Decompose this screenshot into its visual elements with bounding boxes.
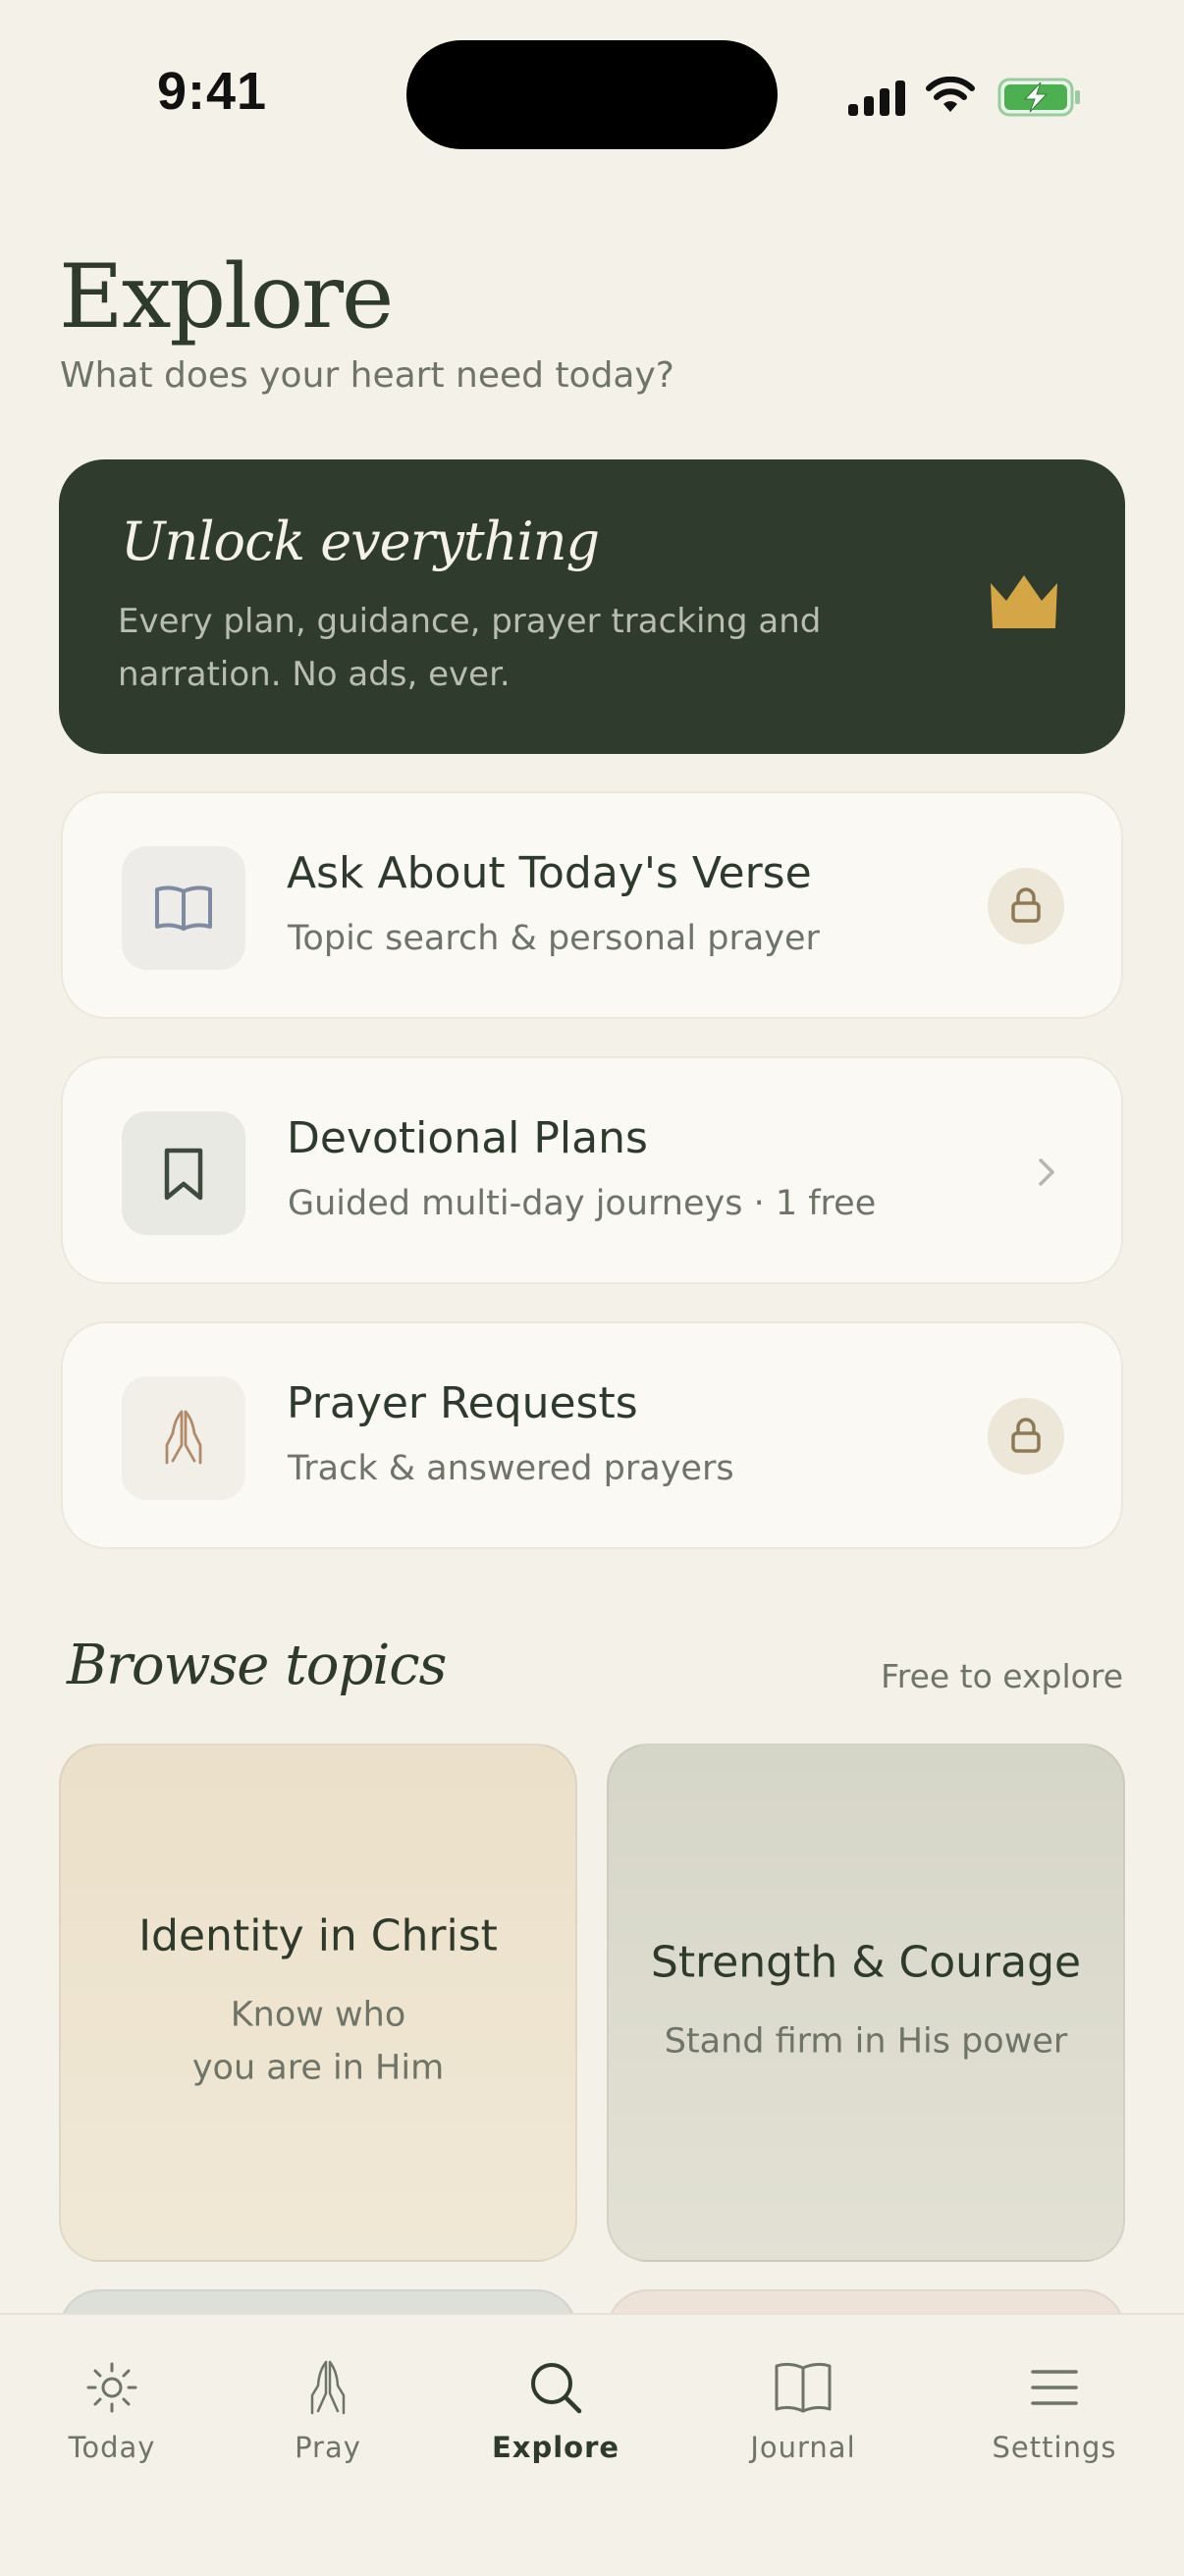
status-bar: 9:41 bbox=[0, 0, 1184, 187]
sun-icon bbox=[86, 2362, 137, 2413]
praying-hands-icon bbox=[165, 1410, 202, 1465]
book-open-icon bbox=[775, 2362, 832, 2413]
feature-subtitle: Topic search & personal prayer bbox=[288, 919, 820, 958]
unlock-description: Every plan, guidance, prayer tracking an… bbox=[118, 602, 822, 694]
tab-today[interactable]: Today bbox=[14, 2358, 210, 2464]
tab-bar: Today Pray Explore Journal Settings bbox=[0, 2313, 1184, 2576]
ask-verse-card[interactable]: Ask About Today's Verse Topic search & p… bbox=[61, 791, 1123, 1019]
lock-icon bbox=[1011, 1418, 1041, 1453]
lock-badge bbox=[988, 868, 1064, 944]
tab-label: Today bbox=[68, 2431, 156, 2464]
menu-icon bbox=[1031, 2370, 1078, 2405]
topic-card-identity[interactable]: Identity in Christ Know who you are in H… bbox=[59, 1744, 577, 2262]
crown-icon bbox=[991, 575, 1057, 628]
topic-subtitle: Stand firm in His power bbox=[664, 2021, 1068, 2062]
praying-hands-icon bbox=[310, 2360, 346, 2415]
tab-pray[interactable]: Pray bbox=[230, 2358, 426, 2464]
prayer-requests-card[interactable]: Prayer Requests Track & answered prayers bbox=[61, 1321, 1123, 1549]
unlock-title: Unlock everything bbox=[121, 510, 600, 572]
tab-journal[interactable]: Journal bbox=[705, 2358, 901, 2464]
feature-subtitle: Guided multi-day journeys · 1 free bbox=[288, 1184, 877, 1223]
tab-settings[interactable]: Settings bbox=[956, 2358, 1153, 2464]
battery-charging-icon bbox=[997, 78, 1080, 117]
tab-label: Pray bbox=[295, 2431, 361, 2464]
free-to-explore-label: Free to explore bbox=[881, 1657, 1123, 1695]
search-icon bbox=[531, 2363, 582, 2414]
feature-title: Prayer Requests bbox=[287, 1378, 638, 1428]
bookmark-icon bbox=[164, 1148, 203, 1201]
page-title: Explore bbox=[59, 245, 394, 349]
topic-title: Strength & Courage bbox=[650, 1937, 1082, 1988]
book-icon bbox=[155, 886, 212, 931]
feature-title: Devotional Plans bbox=[287, 1113, 648, 1163]
dynamic-island bbox=[406, 40, 778, 149]
page-subtitle: What does your heart need today? bbox=[60, 355, 674, 396]
feature-subtitle: Track & answered prayers bbox=[288, 1449, 734, 1488]
tab-label: Settings bbox=[992, 2431, 1117, 2464]
chevron-right-icon bbox=[1039, 1158, 1054, 1186]
signal-icon bbox=[848, 80, 905, 116]
topic-subtitle: Know who you are in Him bbox=[191, 1995, 445, 2088]
wifi-icon bbox=[926, 77, 975, 112]
tab-label: Explore bbox=[491, 2431, 620, 2464]
feature-title: Ask About Today's Verse bbox=[287, 848, 812, 898]
browse-topics-title: Browse topics bbox=[67, 1634, 447, 1697]
lock-badge bbox=[988, 1398, 1064, 1475]
lock-icon bbox=[1011, 887, 1041, 923]
status-time: 9:41 bbox=[157, 62, 268, 121]
unlock-everything-card[interactable]: Unlock everything Every plan, guidance, … bbox=[59, 459, 1125, 754]
topic-card-strength[interactable]: Strength & Courage Stand firm in His pow… bbox=[607, 1744, 1125, 2262]
tab-explore[interactable]: Explore bbox=[457, 2358, 654, 2464]
feature-icon-box bbox=[122, 1376, 245, 1500]
topic-title: Identity in Christ bbox=[138, 1910, 498, 1961]
feature-icon-box bbox=[122, 846, 245, 970]
devotional-plans-card[interactable]: Devotional Plans Guided multi-day journe… bbox=[61, 1056, 1123, 1284]
tab-label: Journal bbox=[750, 2431, 856, 2464]
feature-icon-box bbox=[122, 1111, 245, 1235]
